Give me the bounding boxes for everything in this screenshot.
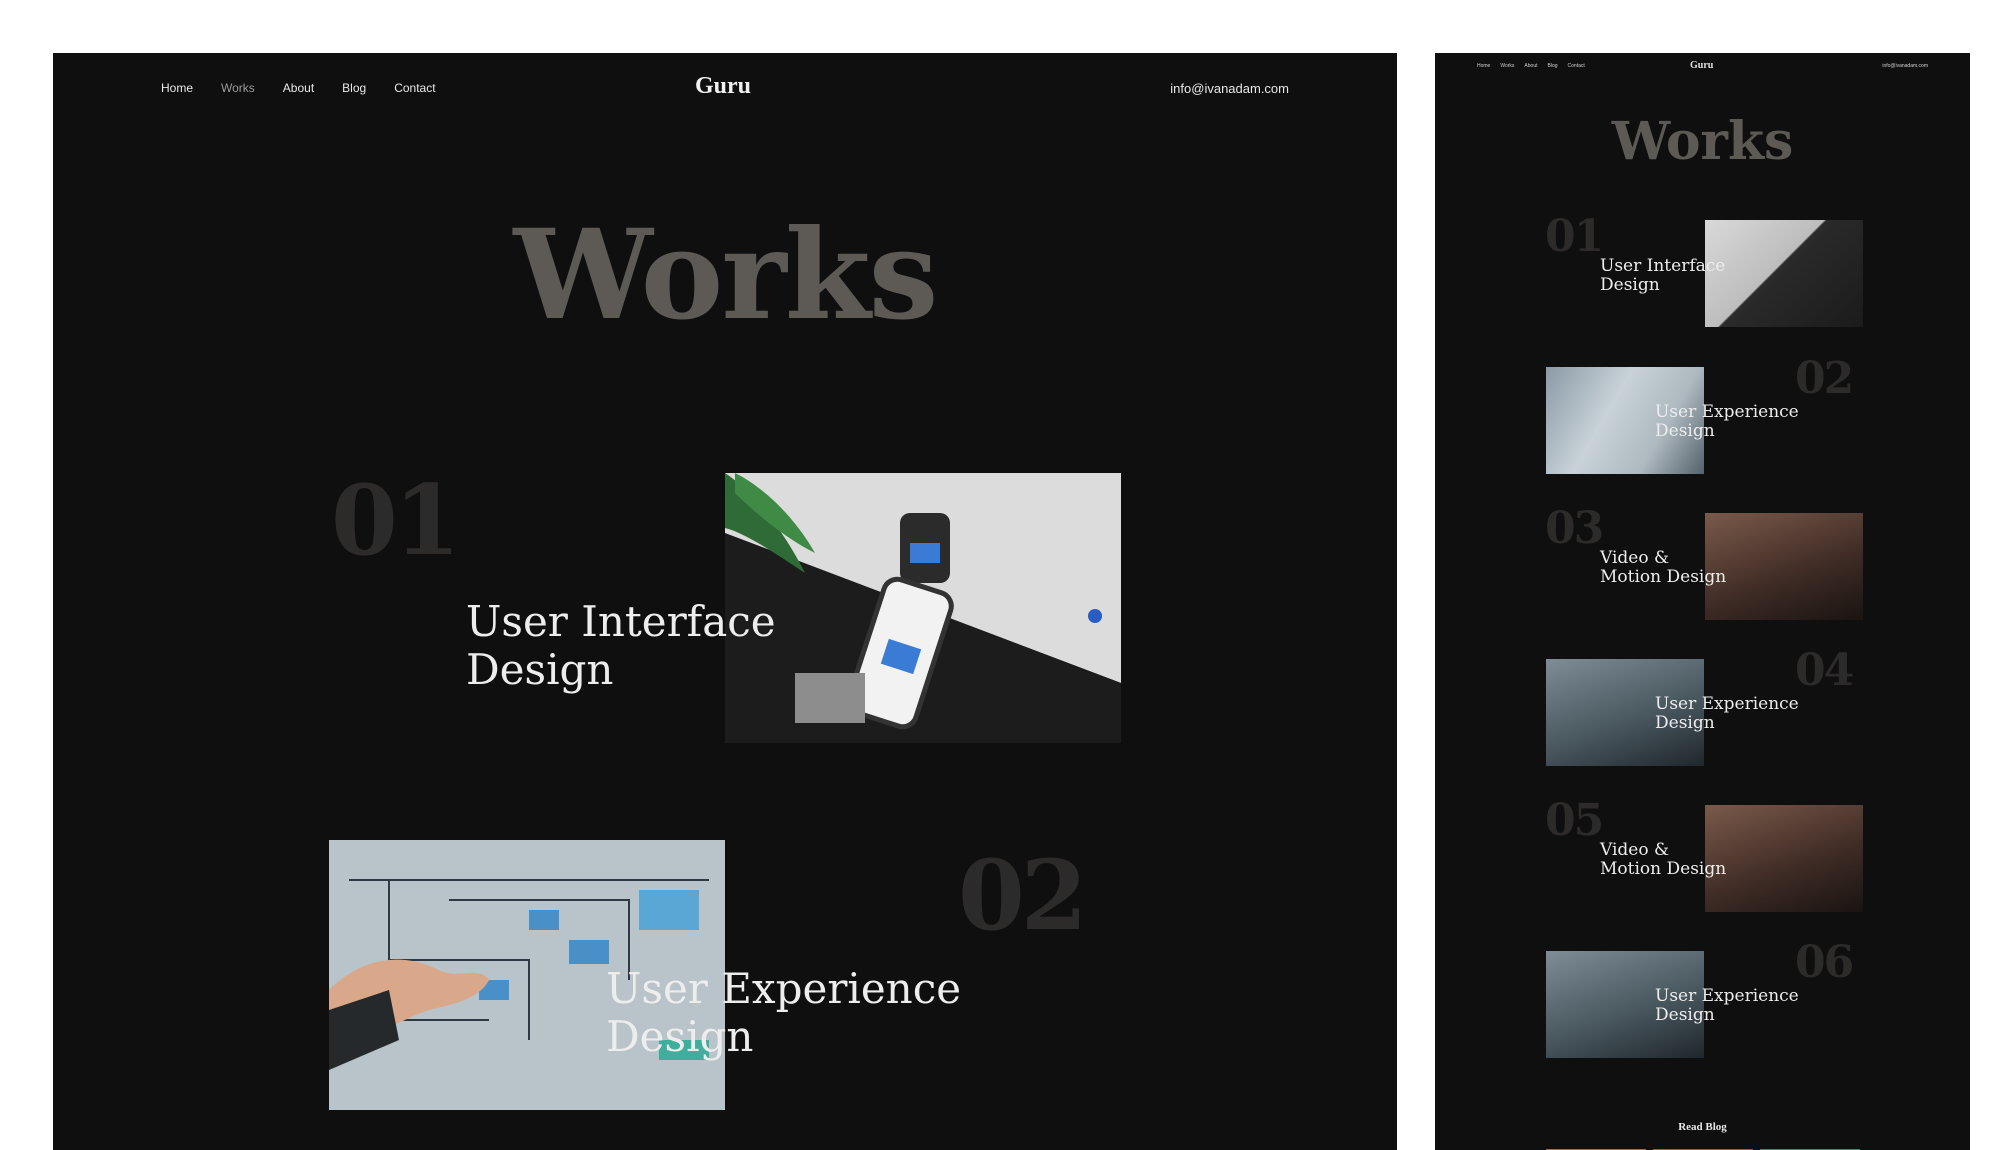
work-number: 01: [1545, 211, 1604, 262]
read-blog-link[interactable]: Read Blog: [1435, 1121, 1970, 1133]
nav-home[interactable]: Home: [161, 81, 193, 95]
preview-nav-contact[interactable]: Contact: [1568, 63, 1585, 69]
work-number: 02: [1795, 353, 1854, 404]
preview-nav: Home Works About Blog Contact: [1477, 63, 1585, 69]
site-logo[interactable]: Guru: [695, 73, 751, 100]
page-title: Works: [513, 203, 939, 348]
preview-thumb-video[interactable]: [1705, 513, 1863, 620]
work-title[interactable]: Video & Motion Design: [1600, 549, 1726, 587]
preview-thumb-phone[interactable]: [1705, 220, 1863, 327]
phone-mockup-image: [725, 473, 1121, 743]
nav-works[interactable]: Works: [221, 81, 255, 95]
work-number: 04: [1795, 645, 1854, 696]
preview-nav-about[interactable]: About: [1524, 63, 1537, 69]
preview-logo[interactable]: Guru: [1690, 60, 1713, 71]
work-number: 06: [1795, 937, 1854, 988]
nav-contact[interactable]: Contact: [394, 81, 435, 95]
main-nav: Home Works About Blog Contact: [161, 81, 436, 95]
contact-email-link[interactable]: info@ivanadam.com: [1170, 81, 1289, 96]
work-title[interactable]: User Interface Design: [466, 598, 776, 694]
nav-about[interactable]: About: [283, 81, 314, 95]
preview-nav-blog[interactable]: Blog: [1548, 63, 1558, 69]
video-editing-image: [1705, 513, 1863, 620]
work-number: 05: [1545, 795, 1604, 846]
design-board: Home Works About Blog Contact Guru info@…: [0, 0, 2000, 1150]
phone-mockup-illustration: [725, 473, 1121, 743]
work-title[interactable]: Video & Motion Design: [1600, 841, 1726, 879]
mobile-preview-frame: Home Works About Blog Contact Guru info@…: [1435, 53, 1970, 1150]
work-title[interactable]: User Interface Design: [1600, 257, 1725, 295]
nav-blog[interactable]: Blog: [342, 81, 366, 95]
preview-thumb-video[interactable]: [1705, 805, 1863, 912]
preview-page-title: Works: [1611, 111, 1794, 172]
work-number: 01: [331, 464, 461, 577]
work-title[interactable]: User Experience Design: [1655, 403, 1799, 441]
work-number: 02: [958, 839, 1088, 952]
work-number: 03: [1545, 503, 1604, 554]
work-thumbnail-phone-mockup[interactable]: [725, 473, 1121, 743]
preview-email-link[interactable]: info@ivanadam.com: [1882, 63, 1928, 69]
work-title[interactable]: User Experience Design: [606, 965, 961, 1061]
preview-nav-home[interactable]: Home: [1477, 63, 1490, 69]
video-editing-image: [1705, 805, 1863, 912]
desktop-frame: Home Works About Blog Contact Guru info@…: [53, 53, 1397, 1150]
work-title[interactable]: User Experience Design: [1655, 695, 1799, 733]
phone-mockup-image: [1705, 220, 1863, 327]
preview-nav-works[interactable]: Works: [1500, 63, 1514, 69]
work-title[interactable]: User Experience Design: [1655, 987, 1799, 1025]
